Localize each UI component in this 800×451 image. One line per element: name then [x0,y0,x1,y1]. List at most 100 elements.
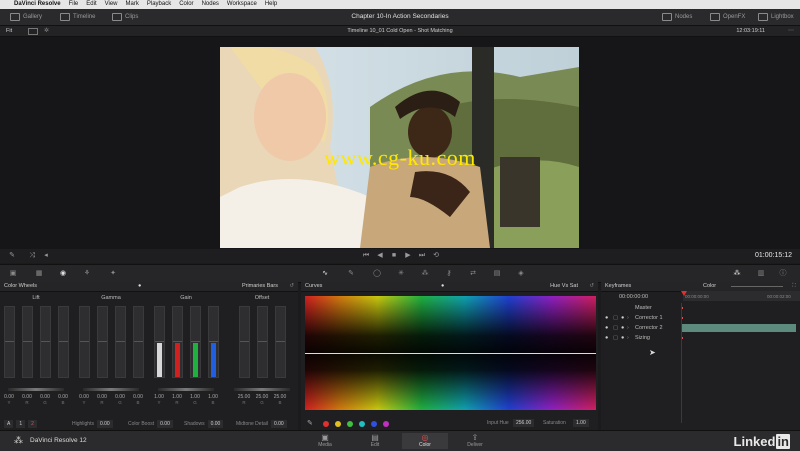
expand-arrow-icon[interactable]: › [627,333,629,343]
visibility-dot-icon[interactable]: ● [605,333,608,343]
edit-page-button[interactable]: ▤ Edit [352,433,398,449]
blue-swatch[interactable] [371,421,377,427]
keyframe-row-master[interactable]: Master [601,303,800,313]
offset-b-bar[interactable] [274,306,286,378]
keyframe-row-corrector-1[interactable]: ● ▢ ● › Corrector 1 [601,313,800,323]
keyframes-expand-icon[interactable]: ⛶ [792,282,796,291]
hue-vs-sat-graph[interactable] [305,296,596,410]
corrector-2-clip-bar[interactable] [681,324,796,332]
menu-mark[interactable]: Mark [126,0,139,9]
curve-mode-dropdown[interactable]: Hue Vs Sat [550,282,578,291]
stereo-icon[interactable]: ◈ [516,269,526,278]
menu-edit[interactable]: Edit [86,0,96,9]
menu-help[interactable]: Help [265,0,277,9]
menu-nodes[interactable]: Nodes [202,0,219,9]
keyframe-dot-icon[interactable]: ● [621,313,624,323]
saturation-value[interactable]: 1.00 [573,419,589,427]
menu-app-name[interactable]: DaVinci Resolve [14,0,61,9]
sizing-icon[interactable]: ⇄ [468,269,478,278]
lock-icon[interactable]: ▢ [613,313,618,323]
cyan-swatch[interactable] [359,421,365,427]
lock-icon[interactable]: ▢ [613,323,618,333]
color-boost-value[interactable]: 0.00 [157,420,173,428]
keyframe-row-corrector-2[interactable]: ● ▢ ● › Corrector 2 [601,323,800,333]
curve-eyedropper-icon[interactable]: ✎ [307,419,313,427]
lift-r-bar[interactable] [21,306,33,378]
primaries-mode-dropdown[interactable]: Primaries Bars [242,282,278,291]
lift-bars[interactable] [0,306,72,380]
scopes-icon[interactable]: ▥ [756,269,766,278]
yellow-swatch[interactable] [335,421,341,427]
visibility-dot-icon[interactable]: ● [605,313,608,323]
gain-g-bar[interactable] [189,306,201,378]
keyframe-dot-icon[interactable]: ● [621,323,624,333]
audio-icon[interactable]: ◂ [42,252,50,260]
stop-icon[interactable]: ■ [390,252,398,260]
camera-raw-icon[interactable]: ▣ [8,269,18,278]
color-match-icon[interactable]: ▦ [34,269,44,278]
nodes-button[interactable]: Nodes [662,9,692,25]
go-to-end-icon[interactable]: ⏭ [418,252,426,260]
midtone-detail-value[interactable]: 0.00 [270,420,287,428]
gain-y-bar[interactable] [153,306,165,378]
gain-b-bar[interactable] [207,306,219,378]
gain-r-bar[interactable] [171,306,183,378]
gamma-r-bar[interactable] [96,306,108,378]
mode-a-button[interactable]: A [4,420,14,428]
loop-icon[interactable]: ⟲ [432,252,440,260]
keyframe-dot-icon[interactable]: ● [621,333,624,343]
lift-b-bar[interactable] [57,306,69,378]
gain-bars[interactable] [150,306,222,380]
reset-icon[interactable]: ↺ [289,282,294,291]
keyframe-row-sizing[interactable]: ● ▢ ● › Sizing [601,333,800,343]
viewer-options-icon[interactable]: ⋯ [788,26,794,36]
input-hue-value[interactable]: 256.00 [513,419,535,427]
offset-master-slider[interactable] [234,388,290,391]
bypass-icon[interactable]: ⤨ [28,252,36,260]
3d-icon[interactable]: ▤ [492,269,502,278]
color-page-button[interactable]: ◎ Color [402,433,448,449]
keyframes-zoom-slider[interactable] [731,286,783,287]
green-swatch[interactable] [347,421,353,427]
menu-color[interactable]: Color [179,0,193,9]
offset-r-bar[interactable] [238,306,250,378]
gain-master-slider[interactable] [158,388,214,391]
play-reverse-icon[interactable]: ◀ [376,252,384,260]
visibility-dot-icon[interactable]: ● [605,323,608,333]
deliver-page-button[interactable]: ⇪ Deliver [452,433,498,449]
motion-effects-icon[interactable]: ✦ [108,269,118,278]
shadows-value[interactable]: 0.00 [207,420,224,428]
magenta-swatch[interactable] [383,421,389,427]
offset-g-bar[interactable] [256,306,268,378]
menu-file[interactable]: File [69,0,79,9]
key-icon[interactable]: ⚷ [444,269,454,278]
curves-page-dot-icon[interactable]: ● [441,282,444,291]
red-swatch[interactable] [323,421,329,427]
window-icon[interactable]: ◯ [372,269,382,278]
color-wheels-icon[interactable]: ◉ [58,269,68,278]
expand-arrow-icon[interactable]: › [627,323,629,333]
media-page-button[interactable]: ▣ Media [302,433,348,449]
blur-icon[interactable]: ⁂ [420,269,430,278]
rgb-mixer-icon[interactable]: ⚘ [82,269,92,278]
gamma-g-bar[interactable] [114,306,126,378]
lift-y-bar[interactable] [3,306,15,378]
tracker-icon[interactable]: ✳ [396,269,406,278]
menu-workspace[interactable]: Workspace [227,0,257,9]
info-icon[interactable]: ⓘ [778,269,788,278]
play-icon[interactable]: ▶ [404,252,412,260]
gamma-master-slider[interactable] [83,388,139,391]
eyedropper-icon[interactable]: ✎ [8,252,16,260]
page-1-button[interactable]: 1 [16,420,26,428]
curves-icon[interactable]: ∿ [320,269,330,278]
offset-bars[interactable] [226,306,298,380]
openfx-button[interactable]: OpenFX [710,9,745,25]
expand-arrow-icon[interactable]: › [627,313,629,323]
curves-reset-icon[interactable]: ↺ [589,282,594,291]
menu-playback[interactable]: Playback [147,0,171,9]
lock-icon[interactable]: ▢ [613,333,618,343]
playhead-marker[interactable] [681,291,687,296]
menu-view[interactable]: View [105,0,118,9]
curve-line[interactable] [305,353,596,354]
timeline-name[interactable]: Timeline 10_01 Cold Open - Shot Matching [0,26,800,36]
